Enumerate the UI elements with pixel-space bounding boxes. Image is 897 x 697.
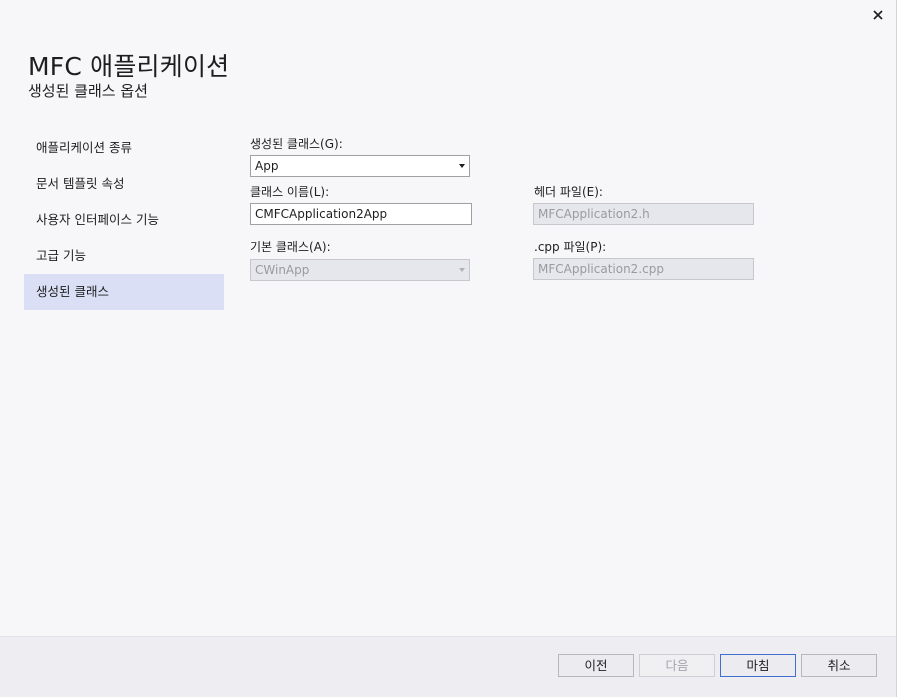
- sidebar-item-user-interface[interactable]: 사용자 인터페이스 기능: [24, 202, 224, 238]
- close-icon: [873, 10, 883, 20]
- sidebar-item-generated-classes[interactable]: 생성된 클래스: [24, 274, 224, 310]
- sidebar-nav: 애플리케이션 종류 문서 템플릿 속성 사용자 인터페이스 기능 고급 기능 생…: [24, 130, 224, 310]
- finish-button[interactable]: 마침: [720, 654, 796, 677]
- cancel-button[interactable]: 취소: [801, 654, 877, 677]
- prev-button[interactable]: 이전: [558, 654, 634, 677]
- sidebar-item-advanced-features[interactable]: 고급 기능: [24, 238, 224, 274]
- chevron-down-icon: [459, 268, 465, 272]
- cpp-file-value: MFCApplication2.cpp: [538, 262, 664, 276]
- generated-classes-value: App: [255, 159, 279, 173]
- base-class-value: CWinApp: [255, 263, 310, 277]
- header-file-input[interactable]: MFCApplication2.h: [533, 203, 754, 225]
- generated-classes-label: 생성된 클래스(G):: [250, 137, 343, 151]
- footer-bar: 이전 다음 마침 취소: [0, 636, 896, 697]
- close-button[interactable]: [868, 5, 888, 25]
- cpp-file-input[interactable]: MFCApplication2.cpp: [533, 258, 754, 280]
- header-file-value: MFCApplication2.h: [538, 207, 650, 221]
- base-class-label: 기본 클래스(A):: [250, 240, 331, 254]
- page-title: MFC 애플리케이션: [28, 52, 230, 81]
- page-subtitle: 생성된 클래스 옵션: [28, 82, 148, 100]
- class-name-input[interactable]: CMFCApplication2App: [250, 203, 472, 225]
- sidebar-item-application-type[interactable]: 애플리케이션 종류: [24, 130, 224, 166]
- chevron-down-icon: [459, 164, 465, 168]
- cpp-file-label: .cpp 파일(P):: [534, 240, 607, 254]
- base-class-dropdown[interactable]: CWinApp: [250, 259, 470, 281]
- header-file-label: 헤더 파일(E):: [534, 185, 603, 199]
- sidebar-item-document-template[interactable]: 문서 템플릿 속성: [24, 166, 224, 202]
- generated-classes-dropdown[interactable]: App: [250, 155, 470, 177]
- next-button[interactable]: 다음: [639, 654, 715, 677]
- class-name-label: 클래스 이름(L):: [250, 185, 330, 199]
- class-name-value: CMFCApplication2App: [255, 207, 388, 221]
